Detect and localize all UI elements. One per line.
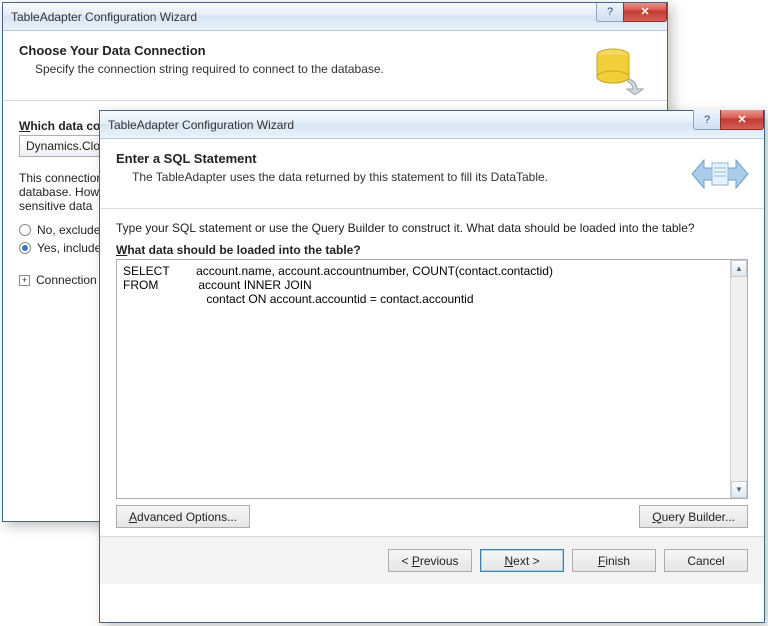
help-button[interactable]: ? xyxy=(693,110,721,130)
titlebar-text: TableAdapter Configuration Wizard xyxy=(108,118,294,132)
radio-icon xyxy=(19,224,31,236)
titlebar-text: TableAdapter Configuration Wizard xyxy=(11,10,197,24)
next-button[interactable]: Next > Next > xyxy=(480,549,564,572)
header-title: Choose Your Data Connection xyxy=(19,43,651,58)
sql-field-label: What data should be loaded into the tabl… xyxy=(116,243,748,257)
data-transfer-icon xyxy=(690,149,750,199)
finish-button[interactable]: Finish Finish xyxy=(572,549,656,572)
sql-textarea[interactable]: SELECT account.name, account.accountnumb… xyxy=(116,259,748,499)
scrollbar[interactable]: ▲ ▼ xyxy=(730,260,747,498)
wizard-dialog-front: TableAdapter Configuration Wizard ? ✕ En… xyxy=(99,110,765,623)
footer-bar: < Previous < Previous Next > Next > Fini… xyxy=(100,536,764,584)
scroll-up-button[interactable]: ▲ xyxy=(731,260,747,277)
previous-button[interactable]: < Previous < Previous xyxy=(388,549,472,572)
close-button[interactable]: ✕ xyxy=(623,2,667,22)
header-panel-front: Enter a SQL Statement The TableAdapter u… xyxy=(100,139,764,209)
database-icon xyxy=(593,45,647,95)
instruction-text: Type your SQL statement or use the Query… xyxy=(116,221,748,235)
help-button[interactable]: ? xyxy=(596,2,624,22)
body-panel-front: Type your SQL statement or use the Query… xyxy=(100,209,764,536)
header-subtitle: Specify the connection string required t… xyxy=(35,62,651,76)
cancel-button[interactable]: Cancel xyxy=(664,549,748,572)
titlebar-back[interactable]: TableAdapter Configuration Wizard ? ✕ xyxy=(3,3,667,31)
expand-icon: + xyxy=(19,275,30,286)
combobox-value: Dynamics.Clo xyxy=(26,139,100,153)
header-subtitle: The TableAdapter uses the data returned … xyxy=(132,170,748,184)
close-button[interactable]: ✕ xyxy=(720,110,764,130)
sql-text: SELECT account.name, account.accountnumb… xyxy=(123,264,741,306)
header-panel-back: Choose Your Data Connection Specify the … xyxy=(3,31,667,101)
advanced-options-button[interactable]: Advanced Options... Advanced Options... xyxy=(116,505,250,528)
scroll-down-button[interactable]: ▼ xyxy=(731,481,747,498)
query-builder-button[interactable]: Query Builder... Query Builder... xyxy=(639,505,748,528)
titlebar-front[interactable]: TableAdapter Configuration Wizard ? ✕ xyxy=(100,111,764,139)
radio-icon xyxy=(19,242,31,254)
header-title: Enter a SQL Statement xyxy=(116,151,748,166)
